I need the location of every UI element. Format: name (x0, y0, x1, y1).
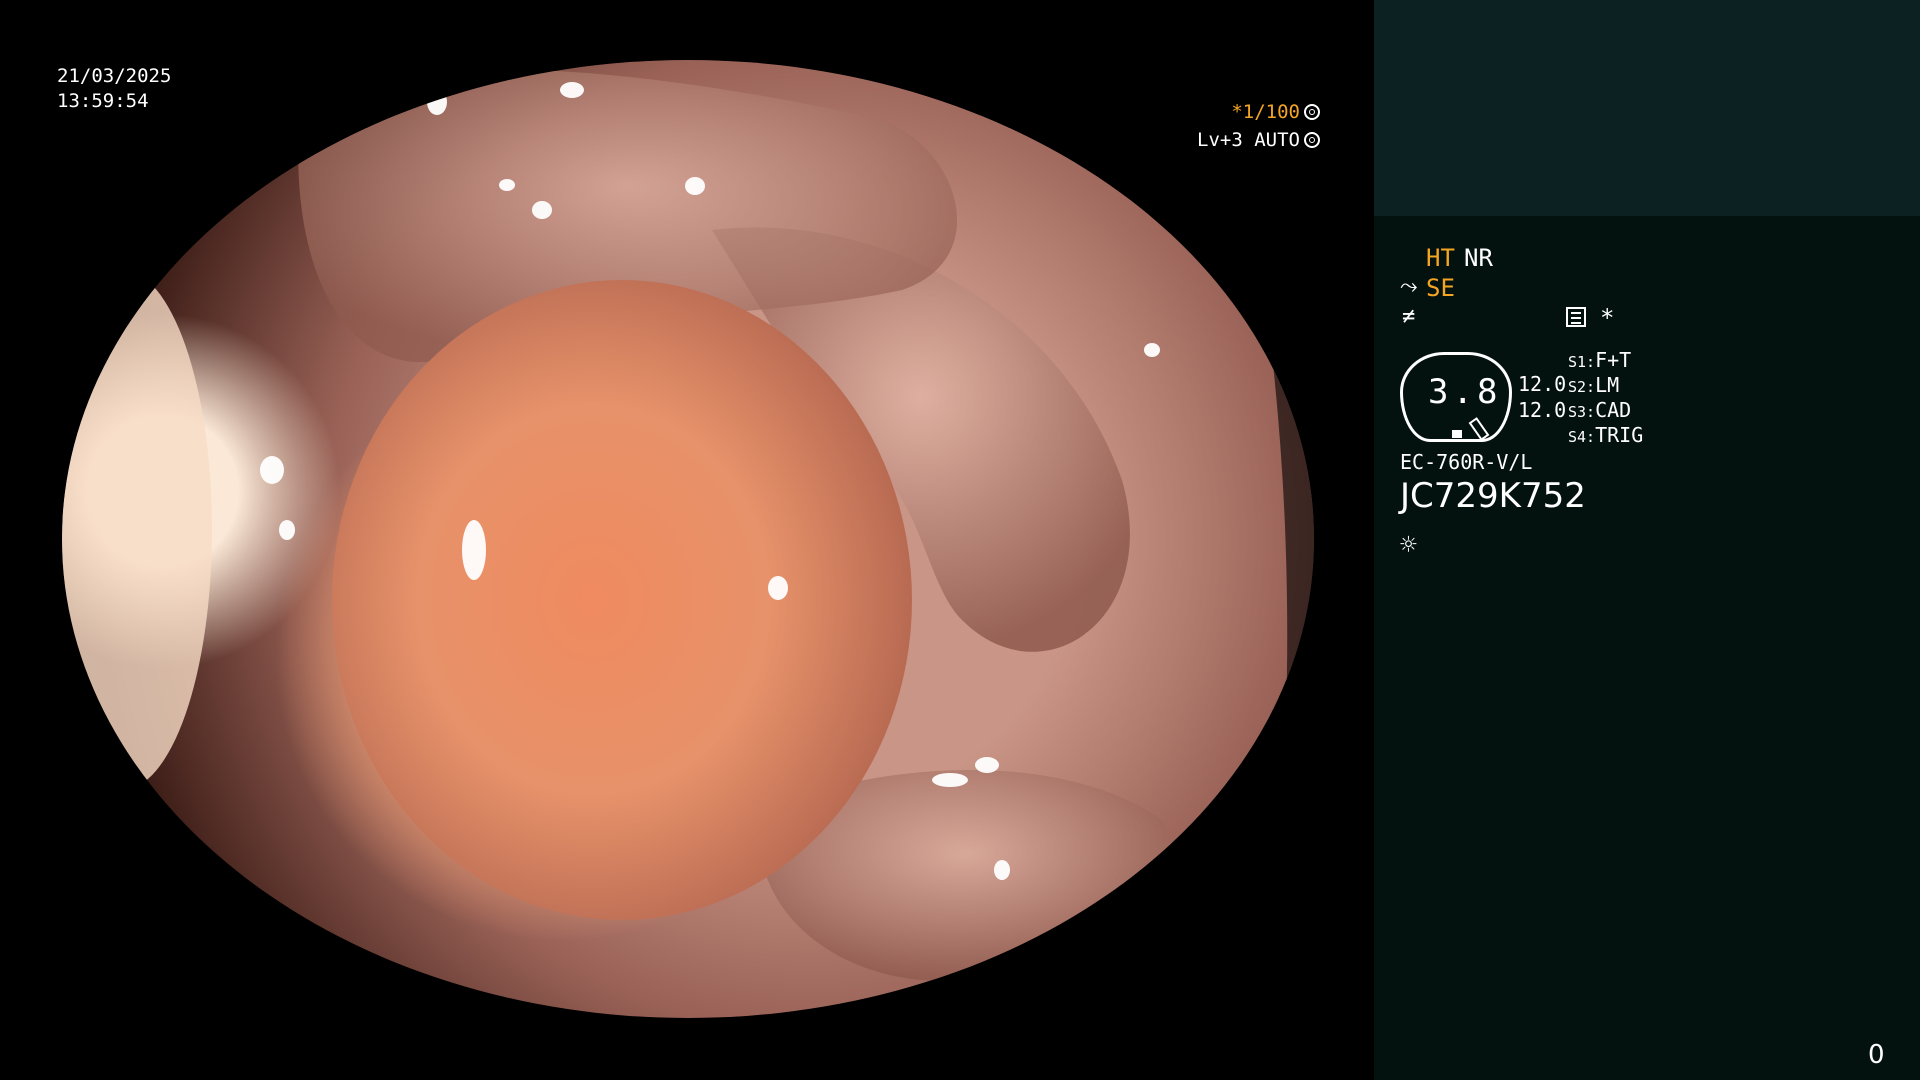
switch-s3: S3:CAD (1568, 398, 1631, 422)
switch-s2: S2:LM (1568, 373, 1619, 397)
switch-s1-key: S1: (1568, 353, 1596, 371)
endoscopic-image (62, 60, 1314, 1018)
date-time-display: 21/03/2025 13:59:54 (57, 64, 171, 114)
freeze-icon: ≠ (1402, 304, 1416, 329)
value-2: 12.0 (1518, 398, 1567, 422)
level-row: Lv+3 AUTO (1140, 126, 1320, 154)
switch-s3-key: S3: (1568, 403, 1596, 421)
light-source-icon: ☼ (1400, 528, 1417, 561)
switch-s2-value: LM (1595, 373, 1620, 397)
date-label: 21/03/2025 (57, 65, 172, 87)
aperture-icon (1304, 104, 1320, 120)
value-1: 12.0 (1518, 372, 1567, 396)
shutter-speed-label: *1/100 (1231, 101, 1300, 123)
brightness-level-label: Lv+3 AUTO (1197, 129, 1300, 151)
switch-s1-value: F+T (1595, 348, 1632, 372)
switch-s3-value: CAD (1595, 398, 1632, 422)
side-panel-header (1374, 0, 1920, 216)
se-mode-label: SE (1426, 274, 1455, 302)
mucosa-illustration (62, 60, 1314, 1018)
settings-list-icon (1566, 307, 1586, 327)
switch-s4-key: S4: (1568, 428, 1596, 446)
switch-s2-key: S2: (1568, 378, 1596, 396)
shutter-row: *1/100 (1140, 98, 1320, 126)
polyp (332, 280, 912, 920)
image-counter: 0 (1868, 1040, 1885, 1070)
zoom-value: 3.8 (1428, 372, 1502, 412)
status-side-panel (1374, 0, 1920, 1080)
scope-model-label: EC-760R-V/L (1400, 450, 1533, 474)
exposure-status: *1/100 Lv+3 AUTO (1140, 98, 1320, 154)
asterisk-indicator: * (1600, 304, 1615, 332)
ht-mode-label: HT (1426, 244, 1455, 272)
zoom-marker-icon (1452, 430, 1462, 438)
switch-s4: S4:TRIG (1568, 423, 1643, 447)
scope-serial-label: JC729K752 (1400, 476, 1586, 516)
switch-s1: S1:F+T (1568, 348, 1631, 372)
nr-mode-label: NR (1464, 244, 1493, 272)
endoscope-video-area: 21/03/2025 13:59:54 *1/100 Lv+3 AUTO (0, 0, 1374, 1080)
switch-s4-value: TRIG (1595, 423, 1644, 447)
auto-iris-icon (1304, 132, 1320, 148)
time-label: 13:59:54 (57, 90, 149, 112)
scope-edge-icon: ⤳ (1400, 274, 1418, 299)
